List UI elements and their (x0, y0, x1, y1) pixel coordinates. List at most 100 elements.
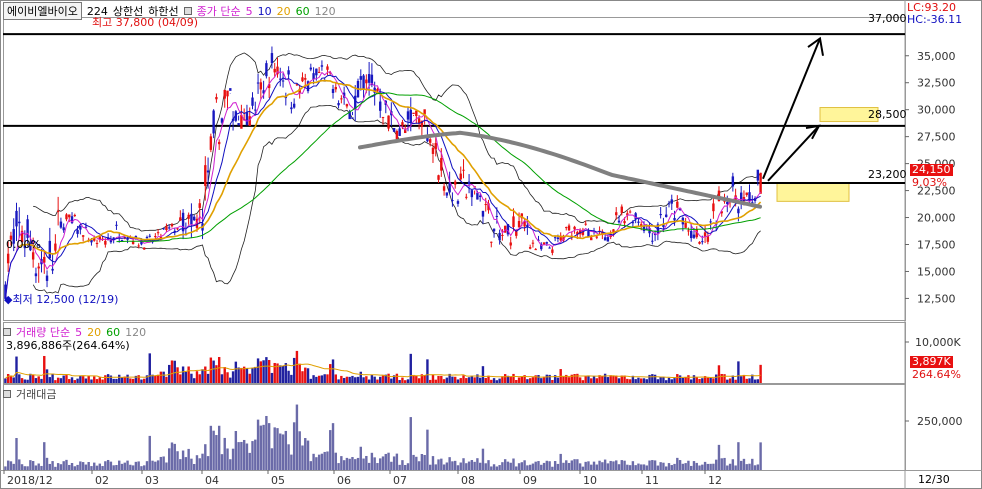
candle-body (615, 212, 618, 216)
amount-bar (43, 442, 46, 470)
amount-bar (637, 463, 640, 470)
amount-bar (181, 450, 185, 470)
amount-settings-icon[interactable] (3, 390, 11, 398)
amount-bar (478, 462, 482, 470)
volume-bar (9, 375, 13, 383)
candle-body (170, 224, 174, 227)
volume-bar (562, 376, 565, 383)
candle-body (337, 103, 340, 106)
volume-bar (201, 369, 204, 383)
volume-bar (734, 379, 737, 383)
candle-body (698, 241, 701, 244)
volume-bar (456, 379, 460, 383)
amount-bar (451, 461, 454, 470)
volume-settings-icon[interactable] (3, 328, 11, 336)
amount-bar (76, 464, 79, 470)
volume-bar (165, 376, 168, 383)
amount-bar (365, 455, 368, 470)
volume-legend: 거래량 단순 5 20 60 120 (3, 324, 146, 340)
volume-bar (495, 380, 499, 383)
candle-body (603, 237, 607, 241)
volume-bar (337, 379, 340, 383)
amount-bar (590, 464, 593, 470)
candle-body (198, 203, 201, 208)
volume-bar (251, 367, 254, 383)
volume-bar (603, 373, 607, 383)
volume-bar (326, 374, 329, 383)
amount-bar (431, 456, 435, 470)
amount-bar (684, 463, 687, 470)
volume-bar (95, 379, 99, 383)
candle-body (245, 112, 249, 126)
volume-bar (198, 374, 201, 383)
amount-bar (728, 463, 732, 470)
amount-bar (401, 460, 404, 470)
volume-pct-tag: 264.64% (912, 368, 961, 381)
amount-bar (756, 464, 760, 470)
volume-bar (701, 378, 704, 383)
amount-bar (395, 453, 399, 470)
amount-bar (459, 462, 462, 470)
amount-bar (576, 459, 579, 470)
candle-body (31, 252, 35, 260)
amount-bar (495, 466, 499, 470)
candle-body (620, 206, 623, 213)
date-axis-label: 07 (393, 474, 407, 487)
volume-bar (154, 375, 157, 383)
volume-bar (131, 378, 135, 383)
candle-body (498, 232, 501, 241)
candle-body (673, 217, 676, 221)
vol-ma-5: 5 (75, 325, 83, 339)
candle-body (148, 235, 151, 237)
volume-bar (706, 377, 710, 383)
amount-bar (745, 464, 748, 470)
amount-bar (703, 461, 707, 470)
amount-bar (440, 458, 443, 470)
candle-body (651, 240, 654, 242)
amount-bar (528, 464, 532, 470)
amount-bar (45, 457, 49, 470)
stock-name-box[interactable]: 에이비엘바이오 (3, 2, 82, 20)
volume-bar (515, 380, 518, 383)
candle-body (465, 196, 468, 198)
date-axis-label: 12 (708, 474, 722, 487)
amount-bar (26, 466, 29, 470)
amount-bar (192, 464, 196, 470)
volume-bar (542, 376, 546, 383)
volume-bar (426, 359, 429, 383)
amount-bar (95, 465, 99, 470)
volume-bar (245, 368, 249, 383)
amount-bar (248, 452, 251, 470)
amount-bar (565, 460, 568, 470)
amount-bar (337, 463, 340, 470)
amount-bar (256, 419, 260, 470)
volume-bar (143, 378, 146, 383)
ma-settings-icon[interactable] (183, 7, 192, 15)
amount-bar (553, 461, 557, 470)
volume-bar (651, 374, 654, 383)
candle-body (45, 275, 49, 281)
volume-bar (292, 357, 296, 383)
volume-bar (15, 356, 18, 383)
volume-bar (206, 373, 210, 383)
amount-bar (301, 445, 304, 470)
candle-body (476, 192, 479, 200)
amount-bar (317, 454, 321, 470)
volume-bar (265, 357, 268, 383)
amount-bar (362, 458, 365, 470)
amount-bar (176, 451, 179, 470)
amount-bar (115, 465, 118, 470)
candle-body (745, 192, 748, 195)
amount-bar (423, 454, 426, 470)
volume-bar (606, 377, 610, 383)
volume-bar (578, 377, 582, 383)
chart-canvas[interactable]: 12,50015,00017,50020,00022,50025,00027,5… (0, 0, 982, 489)
volume-bar (98, 377, 101, 383)
volume-bar (317, 375, 321, 383)
projection-arrow-lower (767, 125, 820, 182)
amount-bar (179, 459, 182, 470)
amount-bar (373, 457, 376, 470)
volume-bar (726, 379, 729, 383)
amount-bar (320, 453, 324, 470)
date-axis-label: 03 (145, 474, 159, 487)
